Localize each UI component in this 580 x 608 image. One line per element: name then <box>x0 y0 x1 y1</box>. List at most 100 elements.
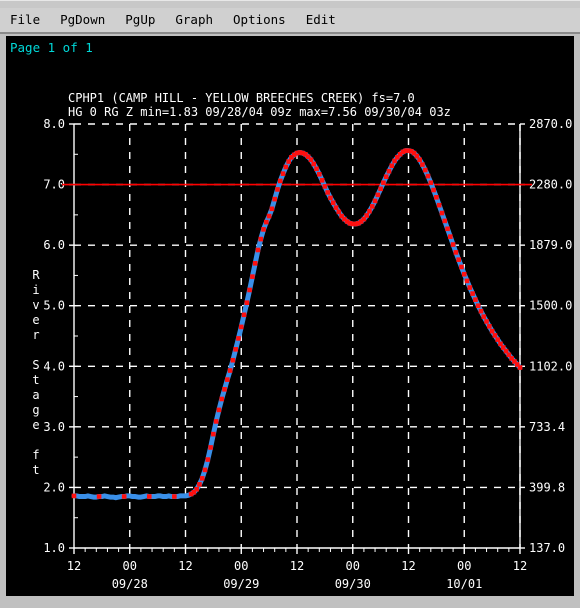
stage-data-point <box>261 227 266 232</box>
application-window: File PgDown PgUp Graph Options Edit Page 1 of… <box>0 0 580 608</box>
stage-data-point <box>450 242 456 247</box>
stage-data-point <box>425 173 431 179</box>
menu-pgup[interactable]: PgUp <box>125 8 155 32</box>
stage-data-point <box>456 257 461 262</box>
stage-data-point <box>172 494 177 499</box>
stage-data-point <box>489 328 495 334</box>
menu-edit[interactable]: Edit <box>306 8 336 32</box>
stage-data-point <box>197 482 202 487</box>
y2-axis-tick-label: 733.4 <box>529 420 565 434</box>
graph-canvas: Page 1 of 1 CPHP1 (CAMP HILL - YELLOW BR… <box>6 36 574 596</box>
stage-data-point <box>420 162 425 167</box>
stage-data-point <box>336 209 342 215</box>
y-axis-tick-label: 2.0 <box>43 480 65 494</box>
stage-data-point <box>146 494 152 499</box>
y-axis-title-char: e <box>32 313 39 327</box>
x-axis-tick-label: 00 <box>457 559 471 573</box>
stage-data-point <box>216 407 222 413</box>
stage-data-point <box>478 308 484 314</box>
stage-data-point <box>464 278 470 284</box>
stage-data-point <box>322 184 328 189</box>
stage-data-point <box>431 187 436 193</box>
menu-graph[interactable]: Graph <box>175 8 213 32</box>
menu-options[interactable]: Options <box>233 8 286 32</box>
stage-data-point <box>448 234 453 239</box>
stage-data-point <box>459 264 464 270</box>
stage-data-point <box>369 204 375 209</box>
stage-data-point <box>383 174 389 179</box>
stage-data-point <box>436 202 442 208</box>
stage-data-point <box>467 285 473 290</box>
y-axis-title-char: R <box>32 268 40 282</box>
stage-data-point <box>225 377 230 382</box>
stage-data-point <box>227 368 233 373</box>
x-axis-date-label: 09/28 <box>112 577 148 591</box>
x-axis-tick-label: 00 <box>123 559 137 573</box>
stage-data-point <box>308 157 314 163</box>
menu-file[interactable]: File <box>10 8 40 32</box>
stage-data-point <box>330 200 336 206</box>
stage-data-point <box>367 208 372 214</box>
y2-axis-tick-label: 2870.0 <box>529 117 572 131</box>
stage-data-point <box>442 218 448 224</box>
window-top-strip <box>0 0 580 8</box>
x-axis-tick-label: 12 <box>178 559 192 573</box>
y-axis-title-char: r <box>32 328 39 342</box>
stage-data-point <box>202 467 208 473</box>
y-axis-tick-label: 8.0 <box>43 117 65 131</box>
y-axis-title-char: S <box>32 358 39 372</box>
stage-data-point <box>417 157 422 163</box>
stage-data-point <box>445 226 450 232</box>
stage-data-point <box>283 164 289 170</box>
stage-data-point <box>264 219 269 225</box>
stage-data-point <box>213 419 219 424</box>
y2-axis-tick-label: 1500.0 <box>529 299 572 313</box>
stage-data-point <box>422 167 428 173</box>
y-axis-title-char: t <box>32 463 39 477</box>
stage-data-point <box>266 213 272 219</box>
stage-data-point <box>484 319 489 324</box>
stage-data-point <box>233 347 238 352</box>
stage-data-point <box>205 457 211 462</box>
y-axis-title-char: g <box>32 403 39 417</box>
stage-data-point <box>378 186 383 192</box>
stage-data-point <box>475 303 481 309</box>
x-axis-tick-label: 00 <box>234 559 248 573</box>
y-axis-tick-label: 4.0 <box>43 359 65 373</box>
stage-data-point <box>317 171 322 177</box>
stage-data-point <box>252 261 258 266</box>
y-axis-title-char: t <box>32 373 39 387</box>
y-axis-title-char: f <box>32 448 39 462</box>
y2-axis-tick-label: 399.8 <box>529 480 565 494</box>
stage-data-point <box>238 324 244 330</box>
stage-data-point <box>244 300 250 305</box>
stage-data-point <box>428 180 434 186</box>
x-axis-date-label: 09/29 <box>223 577 259 591</box>
chart-title: CPHP1 (CAMP HILL - YELLOW BREECHES CREEK… <box>68 91 415 105</box>
x-axis-date-label: 09/30 <box>335 577 371 591</box>
stage-data-point <box>372 198 378 204</box>
stage-data-point <box>389 163 395 169</box>
stage-data-point <box>199 476 205 481</box>
stage-data-point <box>461 271 467 277</box>
stage-data-point <box>495 337 500 342</box>
stage-data-point <box>272 196 277 202</box>
menu-bar: File PgDown PgUp Graph Options Edit <box>0 8 580 34</box>
stage-data-point <box>487 324 492 329</box>
x-axis-tick-label: 12 <box>290 559 304 573</box>
stage-data-point <box>219 396 225 402</box>
stage-data-point <box>208 445 213 450</box>
x-axis-date-label: 10/01 <box>446 577 482 591</box>
menu-pgdown[interactable]: PgDown <box>60 8 105 32</box>
x-axis-tick-label: 12 <box>67 559 81 573</box>
stage-data-point <box>277 178 283 184</box>
x-axis-tick-label: 12 <box>401 559 415 573</box>
stage-data-point <box>375 192 381 198</box>
stage-data-point <box>453 250 459 255</box>
y2-axis-tick-label: 1879.0 <box>529 238 572 252</box>
stage-data-point <box>250 274 255 279</box>
stage-data-point <box>319 178 325 183</box>
stage-data-point <box>470 291 475 296</box>
stage-data-point <box>222 387 227 392</box>
river-stage-chart: CPHP1 (CAMP HILL - YELLOW BREECHES CREEK… <box>32 91 572 591</box>
